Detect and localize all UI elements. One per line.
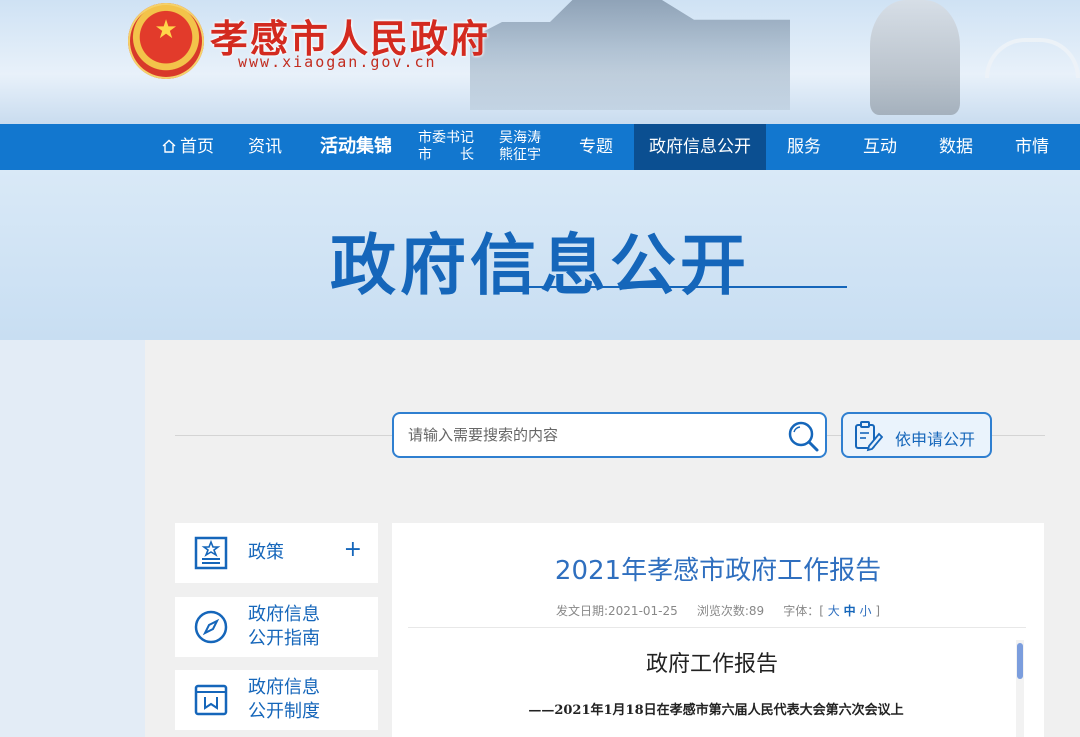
article-meta: 发文日期:2021-01-25 浏览次数:89 字体：[ 大 中 小 ]	[392, 602, 1044, 619]
sidebar-item-label: 政府信息 公开制度	[248, 676, 320, 724]
sidebar-item-guide[interactable]: 政府信息 公开指南	[175, 597, 378, 657]
sidebar-label-line2: 公开制度	[248, 701, 320, 722]
search-icon[interactable]	[785, 418, 821, 454]
statue-image	[870, 0, 960, 115]
title-underline	[509, 286, 847, 288]
nav-leaders-line1: 市委书记	[418, 130, 474, 146]
nav-leaders-line2: 市 长	[418, 147, 474, 163]
font-size-large[interactable]: 大	[828, 604, 840, 618]
sidebar-label-line1: 政府信息	[248, 677, 320, 698]
sidebar-label-line2: 公开指南	[248, 628, 320, 649]
search-bar	[392, 412, 827, 458]
font-size-close: ]	[875, 604, 880, 618]
view-count: 89	[748, 604, 765, 618]
site-url: www.xiaogan.gov.cn	[238, 53, 437, 71]
expand-icon[interactable]: +	[344, 537, 362, 562]
publish-date: 2021-01-25	[608, 604, 678, 618]
report-subheading: ——2021年1月18日在孝感市第六届人民代表大会第六次会议上	[528, 703, 904, 718]
sidebar-label-line1: 政府信息	[248, 604, 320, 625]
nav-services[interactable]: 服务	[776, 124, 832, 170]
nav-leader-names[interactable]: 吴海涛 熊征宇	[490, 124, 550, 170]
book-icon	[194, 684, 228, 716]
policy-icon	[194, 536, 228, 570]
nav-gov-info[interactable]: 政府信息公开	[634, 124, 766, 170]
search-input[interactable]	[408, 422, 778, 448]
font-size-medium[interactable]: 中	[844, 604, 856, 618]
nav-city-info[interactable]: 市情	[1004, 124, 1060, 170]
nav-activities[interactable]: 活动集锦	[308, 124, 404, 170]
sidebar-item-label: 政府信息 公开指南	[248, 603, 320, 651]
page-title: 政府信息公开	[330, 227, 750, 304]
nav-news[interactable]: 资讯	[238, 124, 292, 170]
compass-icon	[194, 610, 228, 644]
home-icon	[162, 139, 176, 153]
nav-leaders[interactable]: 市委书记 市 长	[410, 124, 482, 170]
sidebar-item-rules[interactable]: 政府信息 公开制度	[175, 670, 378, 730]
nav-interaction[interactable]: 互动	[852, 124, 908, 170]
font-size-small[interactable]: 小	[859, 604, 871, 618]
report-heading: 政府工作报告	[645, 652, 778, 677]
national-emblem-icon[interactable]	[128, 3, 204, 79]
clipboard-edit-icon	[855, 421, 883, 452]
scrollbar-thumb[interactable]	[1017, 643, 1023, 679]
views-label: 浏览次数:	[696, 604, 749, 618]
bridge-image	[985, 38, 1080, 78]
date-label: 发文日期:	[555, 604, 609, 618]
font-size-label: 字体：[	[783, 604, 824, 618]
apply-button-label: 依申请公开	[895, 430, 976, 449]
nav-topics[interactable]: 专题	[566, 124, 626, 170]
nav-data[interactable]: 数据	[928, 124, 984, 170]
meta-divider	[408, 627, 1026, 628]
sidebar-item-policy[interactable]: 政策 +	[175, 523, 378, 583]
header-banner: 孝感市人民政府 www.xiaogan.gov.cn	[0, 0, 1080, 124]
nav-leader-names-line2: 熊征宇	[499, 147, 541, 163]
sidebar-item-label: 政策	[248, 542, 284, 563]
nav-leader-names-line1: 吴海涛	[499, 130, 541, 146]
pavilion-image	[470, 0, 790, 110]
apply-disclosure-button[interactable]: 依申请公开	[841, 412, 992, 458]
nav-home[interactable]: 首页	[152, 124, 224, 170]
nav-home-label: 首页	[180, 137, 214, 157]
main-nav: 首页 资讯 活动集锦 市委书记 市 长 吴海涛 熊征宇 专题 政府信息公开 服务…	[0, 124, 1080, 170]
article-title: 2021年孝感市政府工作报告	[554, 556, 882, 586]
